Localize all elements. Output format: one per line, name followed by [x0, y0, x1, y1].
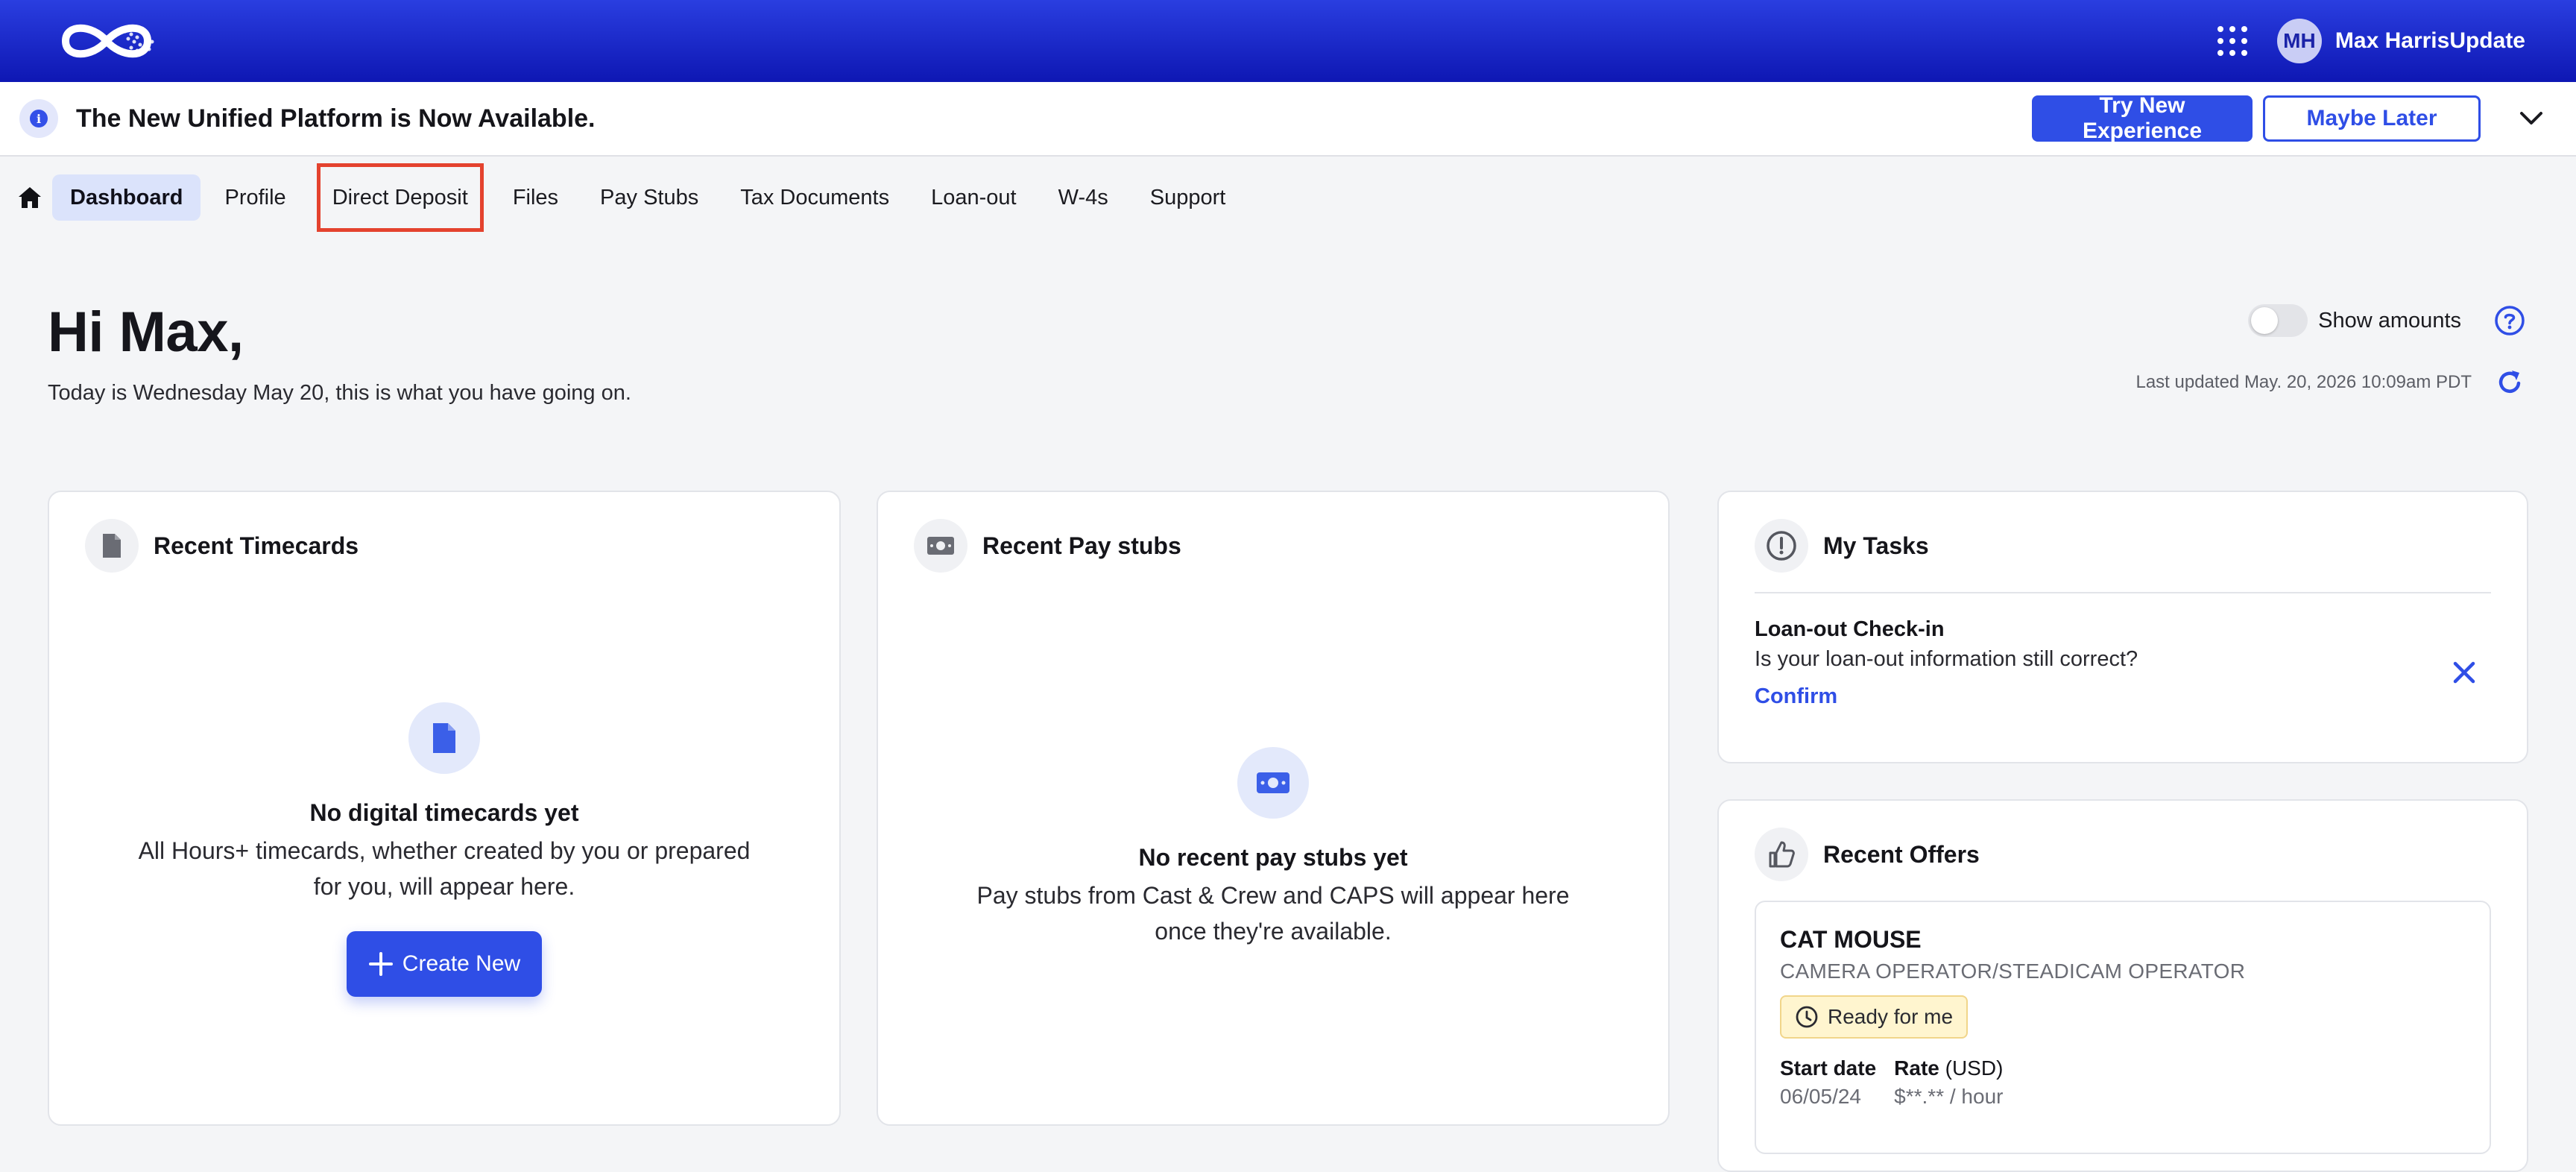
alert-icon: [1755, 519, 1808, 573]
cash-icon: [1237, 747, 1309, 819]
recent-offers-card: Recent Offers CAT MOUSE CAMERA OPERATOR/…: [1717, 799, 2528, 1172]
plus-icon: [368, 952, 393, 976]
nav-w4s[interactable]: W-4s: [1041, 174, 1126, 221]
page-title: Hi Max,: [48, 300, 244, 364]
close-icon[interactable]: [2449, 658, 2479, 687]
start-date-value: 06/05/24: [1780, 1085, 1861, 1108]
card-title: My Tasks: [1823, 532, 1929, 559]
offer-title: CAT MOUSE: [1780, 926, 1922, 953]
main-nav: Dashboard Profile Direct Deposit Files P…: [15, 163, 1249, 232]
nav-files[interactable]: Files: [495, 174, 576, 221]
nav-loan-out[interactable]: Loan-out: [913, 174, 1035, 221]
confirm-link[interactable]: Confirm: [1755, 684, 1837, 709]
empty-description: All Hours+ timecards, whether created by…: [138, 837, 751, 900]
offer-item[interactable]: CAT MOUSE CAMERA OPERATOR/STEADICAM OPER…: [1755, 901, 2491, 1154]
empty-title: No recent pay stubs yet: [1138, 844, 1408, 871]
try-new-experience-button[interactable]: Try New Experience: [2032, 93, 2253, 143]
nav-pay-stubs[interactable]: Pay Stubs: [582, 174, 716, 221]
dashboard-controls: Show amounts Last updated May. 20, 2026 …: [2135, 304, 2525, 398]
empty-title: No digital timecards yet: [309, 799, 579, 826]
document-icon: [408, 702, 480, 774]
user-menu[interactable]: MH Max HarrisUpdate: [2276, 19, 2525, 63]
banner-text: The New Unified Platform is Now Availabl…: [76, 104, 596, 133]
apps-grid-icon[interactable]: [2217, 26, 2247, 56]
help-icon[interactable]: [2494, 305, 2525, 336]
my-tasks-card: My Tasks Loan-out Check-in Is your loan-…: [1717, 491, 2528, 763]
file-icon: [85, 519, 139, 573]
top-bar: MH Max HarrisUpdate: [0, 0, 2576, 82]
task-title: Loan-out Check-in: [1755, 617, 1945, 641]
greeting: Hi Max, Today is Wednesday May 20, this …: [48, 300, 631, 406]
card-title: Recent Pay stubs: [982, 532, 1181, 559]
money-icon: [914, 519, 967, 573]
greeting-subtitle: Today is Wednesday May 20, this is what …: [48, 381, 631, 405]
card-title: Recent Timecards: [154, 532, 359, 559]
nav-tax-documents[interactable]: Tax Documents: [722, 174, 907, 221]
recent-timecards-card: Recent Timecards No digital timecards ye…: [48, 491, 841, 1126]
announcement-banner: i The New Unified Platform is Now Availa…: [0, 82, 2576, 157]
rate-label: Rate (USD): [1894, 1056, 2004, 1080]
nav-dashboard[interactable]: Dashboard: [52, 174, 201, 221]
company-logo[interactable]: [51, 15, 162, 67]
user-name: Max HarrisUpdate: [2334, 28, 2525, 53]
recent-pay-stubs-card: Recent Pay stubs No recent pay stubs yet…: [877, 491, 1670, 1126]
create-new-button[interactable]: Create New: [347, 931, 542, 997]
chevron-down-icon[interactable]: [2509, 96, 2554, 141]
show-amounts-label: Show amounts: [2318, 308, 2461, 333]
clock-icon: [1796, 1006, 1818, 1028]
nav-profile[interactable]: Profile: [206, 174, 303, 221]
rate-value: $**.** / hour: [1894, 1085, 2004, 1108]
info-icon: i: [19, 99, 58, 138]
home-icon[interactable]: [15, 183, 45, 212]
task-description: Is your loan-out information still corre…: [1755, 647, 2138, 671]
start-date-label: Start date: [1780, 1056, 1877, 1080]
refresh-icon[interactable]: [2494, 367, 2525, 398]
nav-support[interactable]: Support: [1132, 174, 1244, 221]
status-badge: Ready for me: [1780, 995, 1969, 1039]
divider: [1755, 592, 2491, 593]
show-amounts-toggle[interactable]: [2248, 304, 2308, 337]
last-updated: Last updated May. 20, 2026 10:09am PDT: [2135, 372, 2472, 392]
nav-direct-deposit[interactable]: Direct Deposit: [316, 163, 484, 232]
thumbs-up-icon: [1755, 828, 1808, 881]
maybe-later-button[interactable]: Maybe Later: [2263, 95, 2481, 142]
card-title: Recent Offers: [1823, 840, 1980, 868]
avatar: MH: [2276, 19, 2322, 63]
empty-description: Pay stubs from Cast & Crew and CAPS will…: [976, 882, 1570, 945]
offer-role: CAMERA OPERATOR/STEADICAM OPERATOR: [1780, 960, 2246, 983]
